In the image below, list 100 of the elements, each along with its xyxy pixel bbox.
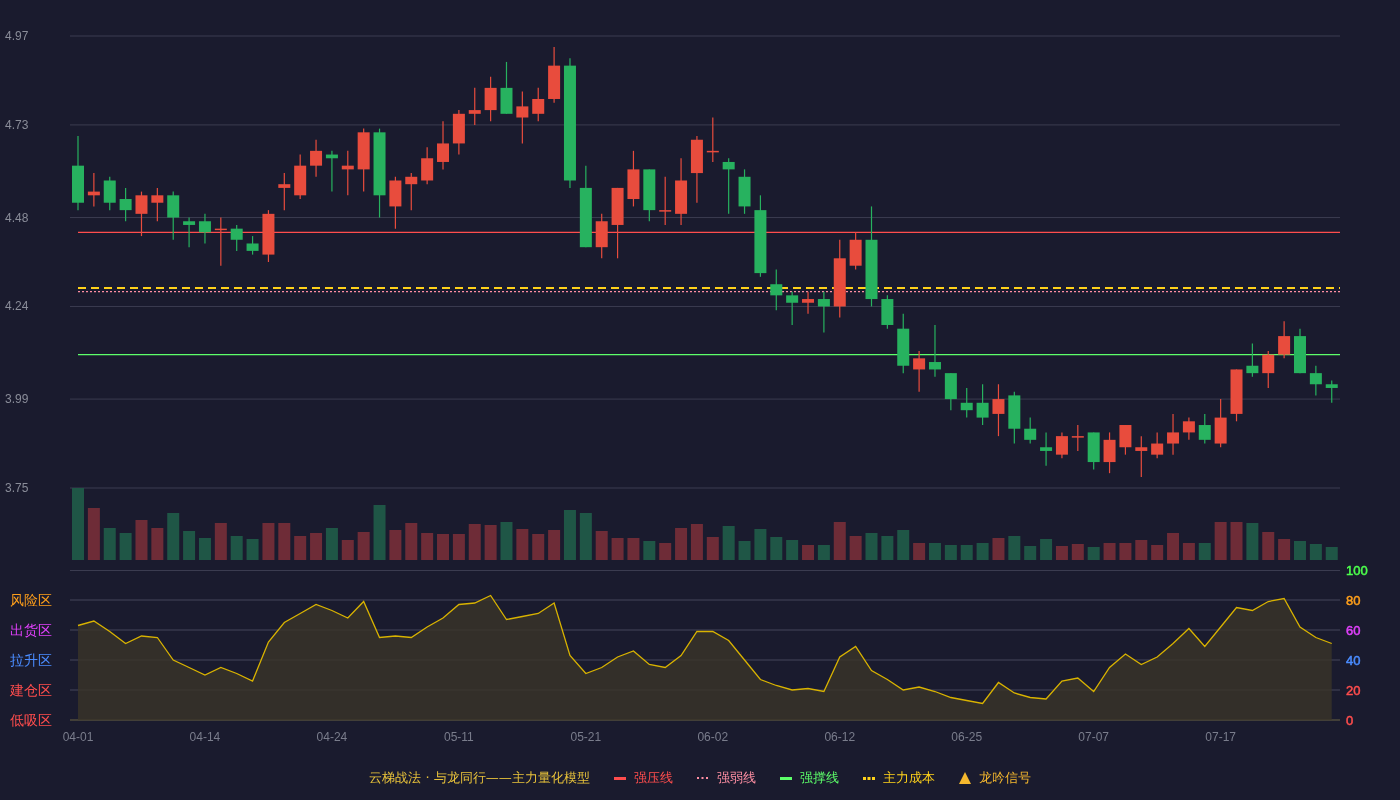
candlestick <box>167 191 180 241</box>
axis-label: 60 <box>1346 623 1361 638</box>
candlestick <box>421 146 434 185</box>
candlestick <box>690 135 703 204</box>
candlestick <box>500 61 513 115</box>
candlestick <box>484 76 497 122</box>
candlestick <box>929 324 941 378</box>
candlestick <box>1198 413 1211 445</box>
candlestick <box>135 191 148 237</box>
candlestick <box>1071 424 1084 452</box>
candlestick <box>849 231 862 270</box>
candlestick <box>1119 424 1132 456</box>
candlestick <box>1182 417 1195 441</box>
axis-label: 05-11 <box>443 730 474 744</box>
axis-label: 4.24 <box>5 299 29 314</box>
candlestick <box>627 150 640 208</box>
axis-label: 3.99 <box>5 392 29 407</box>
axis-label: 06-02 <box>697 730 729 744</box>
candlestick <box>1246 342 1259 378</box>
candlestick <box>341 150 354 196</box>
candlestick <box>1087 431 1100 471</box>
candlestick <box>1278 320 1291 359</box>
axis-label: 06-25 <box>951 730 983 744</box>
candlestick <box>913 350 926 393</box>
candlestick <box>405 172 418 211</box>
candlestick <box>103 176 116 211</box>
legend-label: 主力成本 <box>882 769 935 788</box>
candlestick <box>1294 328 1306 374</box>
candlestick <box>183 216 196 248</box>
zone-label: 建仓区 <box>10 682 52 698</box>
candlestick <box>246 235 259 256</box>
candlestick <box>452 109 465 156</box>
axis-label: 04-01 <box>62 730 94 744</box>
candlestick <box>897 313 910 374</box>
candlestick <box>992 383 1005 437</box>
axis-label: 4.48 <box>5 210 29 225</box>
axis-label: 06-12 <box>824 730 856 744</box>
candlestick <box>786 291 799 326</box>
candlestick <box>1103 431 1116 474</box>
legend-title: 云梯战法 · 与龙同行——主力量化模型 <box>369 769 590 788</box>
candlestick <box>230 224 243 252</box>
candlestick <box>1024 417 1037 445</box>
axis-label: 40 <box>1346 653 1361 668</box>
candlestick <box>770 268 783 311</box>
candlestick <box>659 176 672 226</box>
legend-label: 强撑线 <box>799 769 839 788</box>
candlestick <box>1214 398 1227 448</box>
candlestick <box>1230 368 1243 422</box>
zone-label: 低吸区 <box>10 712 52 728</box>
candlestick <box>722 157 735 215</box>
candlestick <box>119 187 132 222</box>
candlestick <box>643 168 656 222</box>
candlestick <box>151 187 164 222</box>
candlestick <box>548 46 561 104</box>
candlestick <box>1309 365 1322 396</box>
axis-label: 80 <box>1346 593 1361 608</box>
candlestick <box>1151 431 1164 459</box>
candlestick <box>1008 391 1021 445</box>
candlestick <box>1135 435 1148 478</box>
candlestick <box>214 216 227 267</box>
candlestick <box>1055 431 1068 459</box>
legend-label: 龙吟信号 <box>978 769 1031 788</box>
axis-label: 0 <box>1346 713 1354 728</box>
candlestick <box>468 87 481 126</box>
candlestick <box>516 90 529 145</box>
axis-label: 07-07 <box>1078 730 1110 744</box>
candlestick <box>325 150 338 193</box>
candlestick <box>87 172 100 208</box>
zone-label: 风险区 <box>10 592 52 608</box>
candlestick <box>881 294 894 330</box>
axis-label: 3.75 <box>5 481 29 495</box>
candlestick <box>278 172 291 211</box>
candlestick <box>262 209 275 263</box>
candlestick <box>960 387 973 419</box>
legend-label: 强压线 <box>633 769 673 788</box>
candlestick <box>706 116 719 163</box>
candlestick <box>802 291 814 315</box>
candlestick <box>1167 413 1180 456</box>
axis-label: 4.97 <box>5 29 29 43</box>
axis-label: 07-17 <box>1205 730 1236 744</box>
candlestick <box>738 168 751 215</box>
candlestick <box>389 176 402 230</box>
candlestick <box>611 187 624 259</box>
candlestick <box>1262 350 1275 389</box>
axis-label: 04-24 <box>316 730 348 744</box>
candlestick <box>532 87 545 122</box>
candlestick <box>294 153 307 200</box>
candlestick <box>944 372 957 411</box>
candlestick <box>437 120 449 170</box>
candlestick <box>310 139 323 178</box>
axis-label: 4.73 <box>5 117 29 132</box>
axis-label: 20 <box>1346 683 1361 698</box>
candlestick <box>1325 379 1338 404</box>
axis-label: 04-14 <box>189 730 221 744</box>
candlestick <box>976 383 989 426</box>
legend-label: 强弱线 <box>716 769 756 788</box>
zone-label: 出货区 <box>10 622 52 638</box>
axis-label: 05-21 <box>570 730 602 744</box>
candlestick <box>1040 431 1053 467</box>
axis-label: 100 <box>1346 563 1368 578</box>
